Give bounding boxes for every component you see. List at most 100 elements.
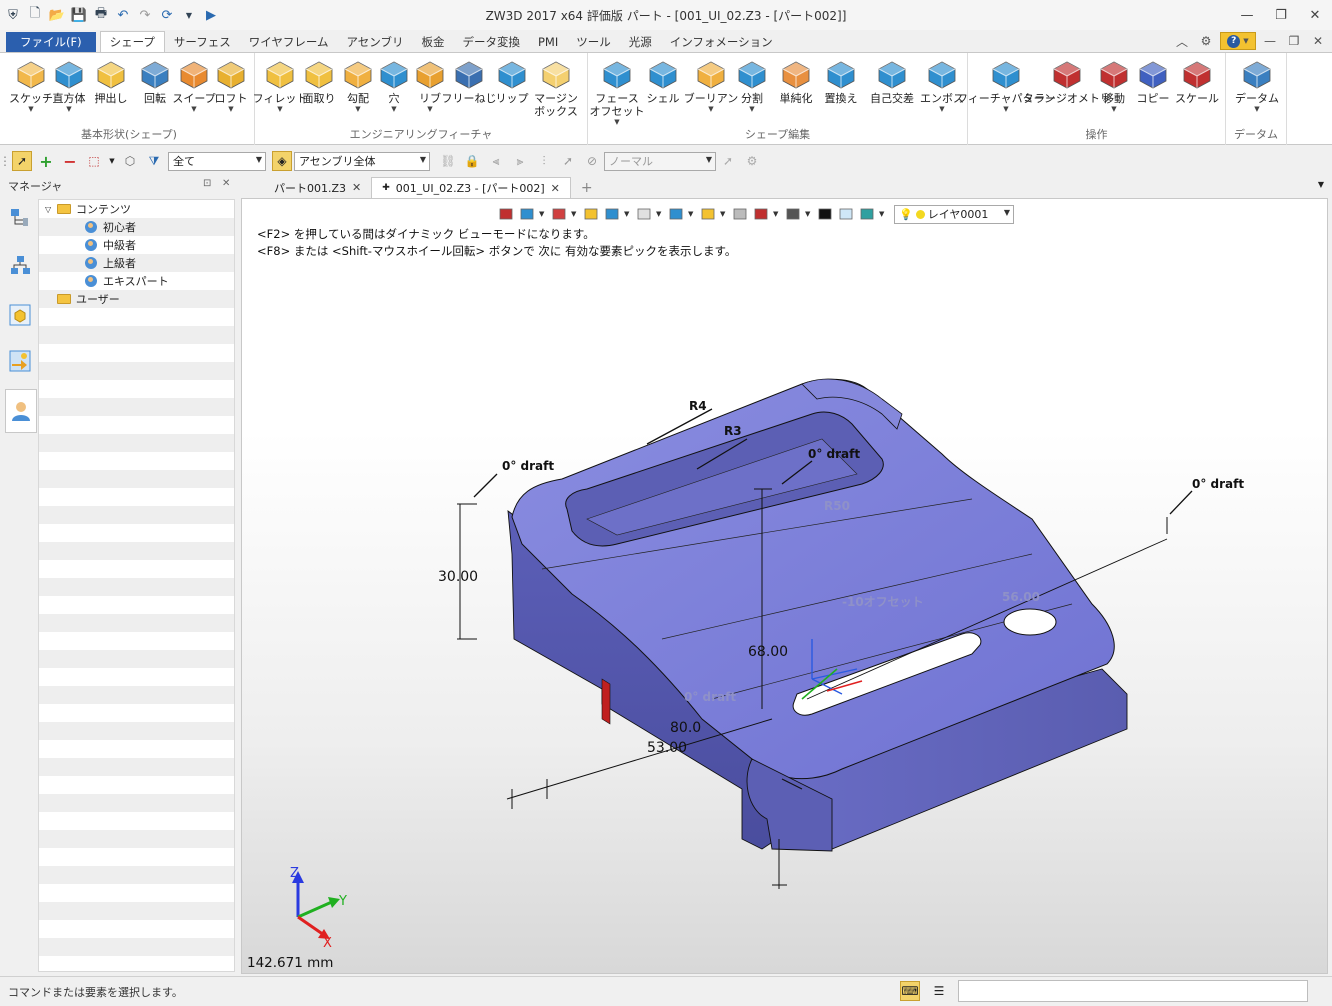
ribbon-tab-5[interactable]: データ変換 [453,31,529,52]
target-icon[interactable] [699,205,717,223]
view-display-icon[interactable] [518,205,536,223]
dropdown-arrow-icon[interactable]: ▼ [108,151,116,171]
dropdown-arrow-icon[interactable]: ▼ [773,210,781,218]
settings-gear-icon[interactable]: ⚙ [1196,32,1216,50]
fit-view-icon[interactable] [731,205,749,223]
layer-stack-icon[interactable] [858,205,876,223]
dropdown-arrow-icon[interactable]: ▼ [879,210,887,218]
filter-combo[interactable]: 全て ▼ [168,151,266,171]
dropdown-arrow-icon[interactable]: ▼ [1111,105,1116,113]
collapse-ribbon-icon[interactable]: ︿ [1172,32,1192,50]
filter-icon[interactable]: ⧩ [144,151,164,171]
tree-user-item[interactable]: エキスパート [39,272,234,290]
ribbon-minimize-icon[interactable]: — [1260,32,1280,50]
tree-user-item[interactable]: 中級者 [39,236,234,254]
manager-pin-icon[interactable]: ⊡ [203,178,211,189]
close-icon[interactable]: ✕ [1298,0,1332,30]
align-right-icon[interactable]: ⫶ [534,151,554,171]
select-arrow-icon[interactable]: ➚ [12,151,32,171]
dropdown-arrow-icon[interactable]: ▼ [228,105,233,113]
tree-folder[interactable]: ▽ コンテンツ [39,200,234,218]
dropdown-arrow-icon[interactable]: ▼ [28,105,33,113]
dropdown-arrow-icon[interactable]: ▼ [427,105,432,113]
section-icon[interactable] [752,205,770,223]
ribbon-tab-4[interactable]: 板金 [412,31,453,52]
pick-settings-icon[interactable]: ⚙ [742,151,762,171]
assembly-scope-icon[interactable]: ◈ [272,151,292,171]
dropdown-arrow-icon[interactable]: ▼ [805,210,813,218]
dropdown-arrow-icon[interactable]: ▼ [624,210,632,218]
hierarchy-icon[interactable] [6,251,34,279]
ribbon-tab-2[interactable]: ワイヤフレーム [240,31,338,52]
ribbon-restore-icon[interactable]: ❐ [1284,32,1304,50]
dropdown-arrow-icon[interactable]: ▼ [1254,105,1259,113]
dropdown-arrow-icon[interactable]: ▼ [66,105,71,113]
dropdown-arrow-icon[interactable]: ▼ [614,118,619,126]
run-icon[interactable]: ▶ [202,6,220,24]
ribbon-tab-3[interactable]: アセンブリ [338,31,413,52]
dropdown-arrow-icon[interactable]: ▼ [1003,105,1008,113]
new-tab-icon[interactable]: + [571,177,603,198]
pick-icon[interactable]: ➚ [718,151,738,171]
dropdown-arrow-icon[interactable]: ▼ [749,105,754,113]
pin-icon[interactable]: ✚ [382,183,390,193]
link-icon[interactable]: ⛓ [438,151,458,171]
mode-icon[interactable]: ⊘ [582,151,602,171]
dropdown-arrow-icon[interactable]: ▼ [277,105,282,113]
tree-folder[interactable]: ユーザー [39,290,234,308]
dropdown-arrow-icon[interactable]: ▼ [656,210,664,218]
wire-cube-icon[interactable] [635,205,653,223]
black-fill-icon[interactable] [816,205,834,223]
box-select-icon[interactable]: ⬚ [84,151,104,171]
ribbon-tab-8[interactable]: 光源 [620,31,661,52]
file-menu-tab[interactable]: ファイル(F) [6,32,96,52]
user-profile-icon[interactable] [5,389,37,433]
dropdown-arrow-icon[interactable]: ▼ [539,210,547,218]
dropdown-arrow-icon[interactable]: ▼ [391,105,396,113]
ribbon-tab-6[interactable]: PMI [529,31,567,52]
ribbon-tab-7[interactable]: ツール [567,31,620,52]
doc-tab-1[interactable]: ✚ 001_UI_02.Z3 - [パート002] ✕ [371,177,571,198]
render-icon[interactable] [667,205,685,223]
align-left-icon[interactable]: ⫷ [486,151,506,171]
redo-icon[interactable]: ↷ [136,6,154,24]
lock-icon[interactable]: 🔒 [462,151,482,171]
background-icon[interactable] [837,205,855,223]
message-list-icon[interactable]: ☰ [929,981,949,1001]
pointer-icon[interactable]: ➚ [558,151,578,171]
dropdown-arrow-icon[interactable]: ▼ [571,210,579,218]
manager-close-icon[interactable]: ✕ [222,178,230,189]
model-canvas[interactable]: 30.00 68.00 53.00 80.0 R4 R3 0° draft 0° draft 0… [242,199,1328,974]
ribbon-close-icon[interactable]: ✕ [1308,32,1328,50]
eraser-icon[interactable] [550,205,568,223]
minimize-icon[interactable]: — [1230,0,1264,30]
add-select-icon[interactable]: + [36,151,56,171]
dropdown-arrow-icon[interactable]: ▼ [191,105,196,113]
tree-user-item[interactable]: 上級者 [39,254,234,272]
print-icon[interactable]: 🖶 [92,6,110,24]
exit-icon[interactable] [497,205,515,223]
command-input-icon[interactable]: ⌨ [900,981,920,1001]
dropdown-arrow-icon[interactable]: ▼ [708,105,713,113]
new-file-icon[interactable]: 🗋 [26,6,44,24]
scope-combo[interactable]: アセンブリ全体 ▼ [294,151,430,171]
close-tab-icon[interactable]: ✕ [352,181,361,194]
refresh-icon[interactable]: ⟳ [158,6,176,24]
layer-combo[interactable]: 💡 レイヤ0001 ▼ [894,204,1014,224]
shaded-box-icon[interactable] [582,205,600,223]
align-center-icon[interactable]: ⫸ [510,151,530,171]
ribbon-tab-0[interactable]: シェープ [99,31,165,52]
scale-button[interactable]: スケール [1167,57,1227,105]
datum-button[interactable]: データム ▼ [1227,57,1287,113]
dropdown-arrow-icon[interactable]: ▼ [688,210,696,218]
open-file-icon[interactable]: 📂 [48,6,66,24]
image-arrow-icon[interactable] [6,347,34,375]
command-input-field[interactable] [958,980,1308,1002]
component-icon[interactable] [6,301,34,329]
3d-viewport[interactable]: 30.00 68.00 53.00 80.0 R4 R3 0° draft 0° draft 0… [241,198,1328,974]
close-tab-icon[interactable]: ✕ [551,182,560,195]
dropdown-arrow-icon[interactable]: ▼ [720,210,728,218]
dropdown-arrow-icon[interactable]: ▼ [355,105,360,113]
mode-combo[interactable]: ノーマル ▼ [604,151,716,171]
part-tree-icon[interactable] [6,203,34,231]
